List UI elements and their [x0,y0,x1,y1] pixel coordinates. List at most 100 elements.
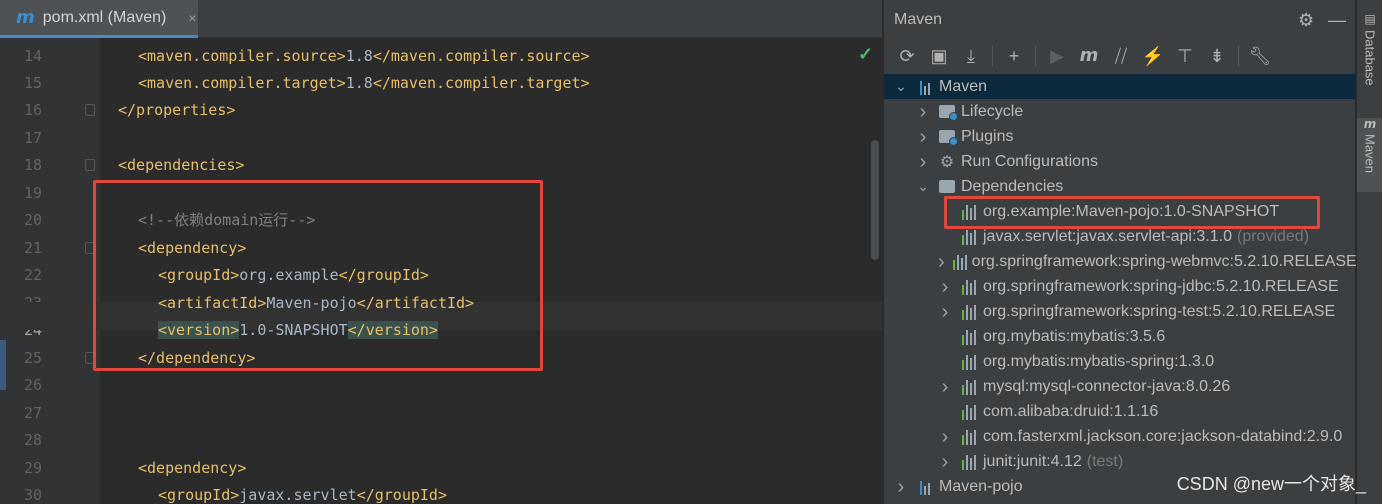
library-icon [960,303,978,321]
tree-item[interactable]: com.alibaba:druid:1.1.16 [884,399,1356,424]
toolbar-separator [992,46,993,66]
line-number: 19 [23,184,42,202]
library-icon [960,228,978,246]
watermark: CSDN @new一个对象_ [1176,474,1366,494]
toolbar-separator [1238,46,1239,66]
chevron-right-icon[interactable]: › [916,152,930,172]
tree-item-label: com.fasterxml.jackson.core:jackson-datab… [983,427,1343,445]
line-number: 16 [23,101,42,119]
editor-pane[interactable]: m pom.xml (Maven) × 14151617181920212223… [0,0,882,504]
toggle-offline-icon[interactable]: ⧸⧸ [1108,43,1134,69]
line-number-gutter[interactable]: 1415161718192021222324252627282930 [0,38,100,504]
collapse-all-icon[interactable]: ⇟ [1204,43,1230,69]
sidebar-tab-maven[interactable]: m Maven [1357,118,1382,192]
line-number: 21 [23,239,42,257]
tree-item-label: Run Configurations [961,152,1098,170]
chevron-right-icon[interactable]: › [938,452,952,472]
maven-m-icon: m [1363,117,1377,131]
gear-icon[interactable]: ⚙ [1298,10,1314,31]
code-line: <maven.compiler.source>1.8</maven.compil… [138,47,590,65]
chevron-right-icon[interactable]: › [938,377,952,397]
tree-item[interactable]: › org.springframework:spring-test:5.2.10.… [884,299,1356,324]
skip-tests-icon[interactable]: ⚡ [1140,43,1166,69]
tree-item[interactable]: › mysql:mysql-connector-java:8.0.26 [884,374,1356,399]
show-dependencies-icon[interactable]: ⊤ [1172,43,1198,69]
code-line: </properties> [118,101,236,119]
reload-icon[interactable]: ⟳ [894,43,920,69]
folder-icon [938,128,958,146]
maven-tool-window[interactable]: Maven ⚙ — ⟳ ▣ ⤓ + ▶ m ⧸⧸ ⚡ ⊤ ⇟ 🔧︎ ⌄ Maven… [883,0,1356,504]
settings-icon[interactable]: 🔧︎ [1247,43,1273,69]
chevron-right-icon[interactable]: › [894,477,908,497]
maven-toolbar: ⟳ ▣ ⤓ + ▶ m ⧸⧸ ⚡ ⊤ ⇟ 🔧︎ [884,40,1356,72]
folder-icon [938,103,958,121]
tree-item[interactable]: ⌄ Maven [884,74,1356,99]
download-icon[interactable]: ⤓ [958,43,984,69]
code-line: <maven.compiler.target>1.8</maven.compil… [138,74,590,92]
generate-sources-icon[interactable]: ▣ [926,43,952,69]
line-number: 29 [23,459,42,477]
maven-m-icon: m [16,6,35,28]
library-icon [960,428,978,446]
editor-tab-bar: m pom.xml (Maven) × [0,0,882,38]
tree-item[interactable]: › Lifecycle [884,99,1356,124]
tree-item[interactable]: › Plugins [884,124,1356,149]
tree-item-label: org.mybatis:mybatis:3.5.6 [983,327,1166,345]
line-number: 25 [23,349,42,367]
tree-item[interactable]: › org.springframework:spring-jdbc:5.2.10.… [884,274,1356,299]
sidebar-tab-database[interactable]: ▤ Database [1357,12,1382,102]
folder-icon [938,178,956,196]
run-icon[interactable]: ▶ [1044,43,1070,69]
code-line: <dependencies> [118,156,245,174]
editor-scrollbar[interactable] [871,140,879,260]
line-number: 26 [23,376,42,394]
tree-item-label: Lifecycle [961,102,1024,120]
tree-item-label: Maven [939,77,988,95]
left-edge-marker [0,340,6,390]
chevron-right-icon[interactable]: › [916,127,930,147]
tree-item-label: junit:junit:4.12 [983,452,1082,470]
line-number: 17 [23,129,42,147]
library-icon [960,378,978,396]
chevron-down-icon[interactable]: ⌄ [894,78,908,95]
line-number: 22 [23,266,42,284]
tree-item-label: org.mybatis:mybatis-spring:1.3.0 [983,352,1215,370]
library-icon [960,453,978,471]
chevron-right-icon[interactable]: › [938,302,952,322]
sidebar-tab-label: Database [1362,30,1378,86]
scope-label: (test) [1086,452,1124,470]
add-icon[interactable]: + [1001,43,1027,69]
tree-item[interactable]: org.mybatis:mybatis-spring:1.3.0 [884,349,1356,374]
tree-item-label: Plugins [961,127,1014,145]
tree-item[interactable]: › org.springframework:spring-webmvc:5.2.1… [884,249,1356,274]
line-number: 28 [23,431,42,449]
chevron-down-icon[interactable]: ⌄ [916,178,930,195]
library-icon [960,403,978,421]
execute-goal-icon[interactable]: m [1076,43,1102,69]
tree-item[interactable]: org.mybatis:mybatis:3.5.6 [884,324,1356,349]
minimize-icon[interactable]: — [1328,10,1346,31]
chevron-right-icon[interactable]: › [916,102,930,122]
line-number: 30 [23,486,42,504]
library-icon [960,353,978,371]
chevron-right-icon[interactable]: › [938,252,945,272]
tree-item-label: org.springframework:spring-jdbc:5.2.10.R… [983,277,1339,295]
tree-item-label: Dependencies [961,177,1064,195]
tab-pom-xml[interactable]: m pom.xml (Maven) × [0,0,198,38]
line-number: 14 [23,47,42,65]
tree-item[interactable]: › com.fasterxml.jackson.core:jackson-data… [884,424,1356,449]
fold-marker-icon[interactable] [85,104,95,116]
library-icon [952,253,967,271]
tree-item-label: Maven-pojo [939,477,1023,495]
maven-title: Maven [894,11,943,28]
tree-item[interactable]: › ⚙ Run Configurations [884,149,1356,174]
code-line: <groupId>javax.servlet</groupId> [158,486,447,504]
line-number: 27 [23,404,42,422]
chevron-right-icon[interactable]: › [938,277,952,297]
tab-title: pom.xml (Maven) [42,8,167,26]
close-icon[interactable]: × [188,10,196,26]
right-tool-strip: ▤ Database m Maven [1356,0,1382,504]
chevron-right-icon[interactable]: › [938,427,952,447]
annotation-box-dependency [93,180,543,371]
fold-marker-icon[interactable] [85,159,95,171]
